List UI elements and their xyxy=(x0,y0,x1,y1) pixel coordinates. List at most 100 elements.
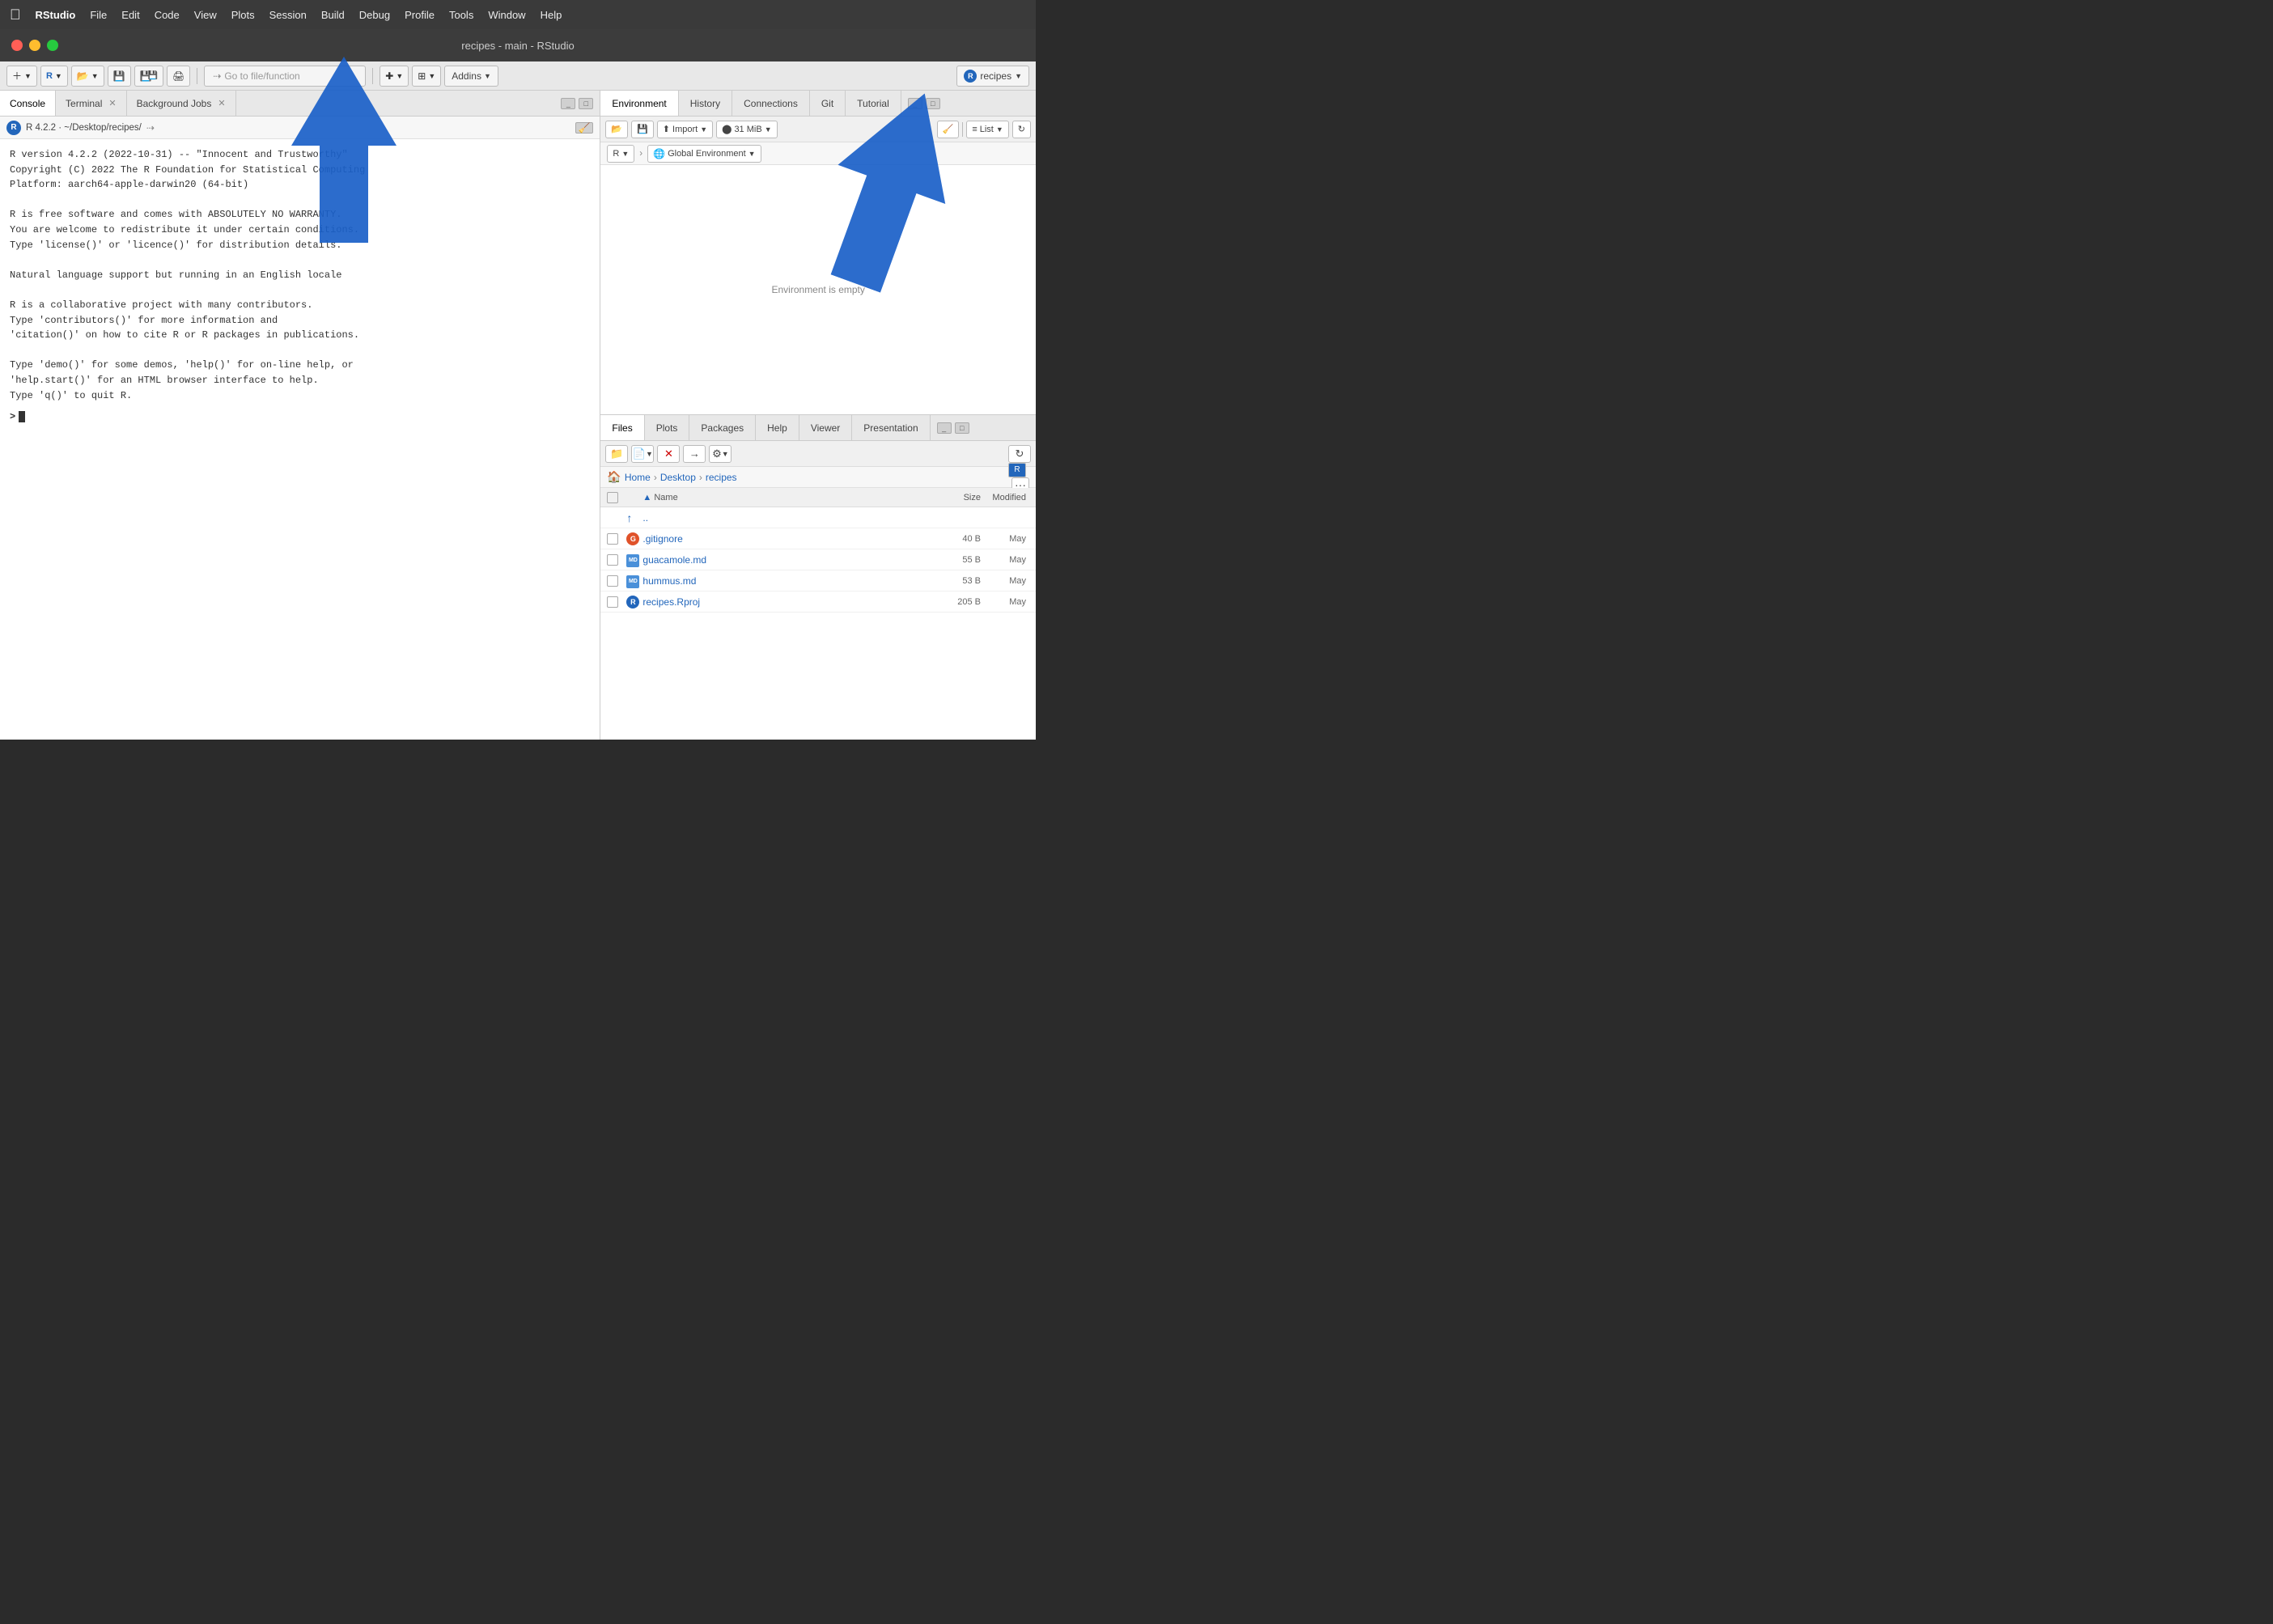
console-prompt[interactable]: > xyxy=(10,409,590,425)
goto-file-function[interactable]: ⇢ Go to file/function xyxy=(204,66,366,87)
menu-plots[interactable]: Plots xyxy=(231,9,255,21)
tab-files[interactable]: Files xyxy=(600,415,644,440)
tab-help[interactable]: Help xyxy=(756,415,799,440)
new-blank-file-button[interactable]: 📄 ▼ xyxy=(631,445,654,463)
guacamole-checkbox[interactable] xyxy=(607,554,618,566)
memory-usage-button[interactable]: ⬤ 31 MiB ▼ xyxy=(716,121,777,138)
more-files-button[interactable]: ⚙ ▼ xyxy=(709,445,732,463)
file-row-rproj[interactable]: R recipes.Rproj 205 B May xyxy=(600,592,1036,613)
size-header[interactable]: Size xyxy=(916,493,981,502)
breadcrumb-desktop[interactable]: Desktop xyxy=(660,472,696,483)
menu-session[interactable]: Session xyxy=(269,9,307,21)
menu-help[interactable]: Help xyxy=(541,9,562,21)
print-button[interactable]: 🖨 xyxy=(167,66,190,87)
menu-window[interactable]: Window xyxy=(488,9,525,21)
background-jobs-close[interactable]: ✕ xyxy=(218,98,225,108)
menu-code[interactable]: Code xyxy=(155,9,180,21)
refresh-files-button[interactable]: ↻ xyxy=(1008,445,1031,463)
rproj-checkbox[interactable] xyxy=(607,596,618,608)
hummus-checkbox[interactable] xyxy=(607,575,618,587)
tab-viewer[interactable]: Viewer xyxy=(799,415,852,440)
rproj-name[interactable]: recipes.Rproj xyxy=(642,596,916,608)
guacamole-name[interactable]: guacamole.md xyxy=(642,554,916,566)
r-environment-select[interactable]: R ▼ xyxy=(607,145,634,163)
open-file-button[interactable]: 📂 ▼ xyxy=(71,66,104,87)
minimize-window-button[interactable] xyxy=(29,40,40,51)
menu-file[interactable]: File xyxy=(90,9,107,21)
project-button[interactable]: R recipes ▼ xyxy=(956,66,1029,87)
fullscreen-window-button[interactable] xyxy=(47,40,58,51)
name-sort-icon: ▲ xyxy=(642,493,651,502)
guacamole-check[interactable] xyxy=(607,554,626,566)
maximize-right-top[interactable]: □ xyxy=(926,98,940,109)
new-folder-button[interactable]: 📁 xyxy=(605,445,628,463)
refresh-env-button[interactable]: ↻ xyxy=(1012,121,1031,138)
name-header[interactable]: ▲ Name xyxy=(642,493,916,502)
gitignore-check[interactable] xyxy=(607,533,626,545)
left-panel: Console Terminal ✕ Background Jobs ✕ _ □ xyxy=(0,91,600,740)
cursor xyxy=(19,411,25,422)
check-all-header[interactable] xyxy=(607,492,626,503)
maximize-right-bottom[interactable]: □ xyxy=(955,422,969,434)
git-file-icon: G xyxy=(626,532,639,545)
tab-git[interactable]: Git xyxy=(810,91,846,116)
tab-connections[interactable]: Connections xyxy=(732,91,810,116)
menu-edit[interactable]: Edit xyxy=(121,9,139,21)
terminal-close[interactable]: ✕ xyxy=(108,98,116,108)
tab-packages[interactable]: Packages xyxy=(689,415,756,440)
minimize-right-bottom[interactable]: _ xyxy=(937,422,952,434)
menu-build[interactable]: Build xyxy=(321,9,345,21)
tab-history[interactable]: History xyxy=(679,91,732,116)
global-env-select[interactable]: 🌐 Global Environment ▼ xyxy=(647,145,761,163)
menu-view[interactable]: View xyxy=(194,9,217,21)
broom-button[interactable]: 🧹 xyxy=(937,121,960,138)
hummus-name[interactable]: hummus.md xyxy=(642,575,916,587)
import-dataset-button[interactable]: ⬆ Import ▼ xyxy=(657,121,713,138)
breadcrumb-recipes[interactable]: recipes xyxy=(706,472,737,483)
r-project-icon: R xyxy=(964,70,977,83)
minimize-left-panel[interactable]: _ xyxy=(561,98,575,109)
new-chunk-button[interactable]: ✚ ▼ xyxy=(380,66,409,87)
tab-console[interactable]: Console xyxy=(0,91,56,116)
file-row-hummus[interactable]: MD hummus.md 53 B May xyxy=(600,570,1036,592)
clear-console-button[interactable]: 🧹 xyxy=(575,122,593,134)
files-rstudio-button[interactable]: R xyxy=(1008,463,1026,477)
tab-plots[interactable]: Plots xyxy=(645,415,690,440)
menu-debug[interactable]: Debug xyxy=(359,9,390,21)
file-row-gitignore[interactable]: G .gitignore 40 B May xyxy=(600,528,1036,549)
save-button[interactable]: 💾 xyxy=(108,66,131,87)
new-project-button[interactable]: R ▼ xyxy=(40,66,68,87)
gitignore-checkbox[interactable] xyxy=(607,533,618,545)
close-window-button[interactable] xyxy=(11,40,23,51)
delete-file-button[interactable]: ✕ xyxy=(657,445,680,463)
rproj-check[interactable] xyxy=(607,596,626,608)
code-tools-button[interactable]: ⊞ ▼ xyxy=(412,66,441,87)
rename-icon: → xyxy=(689,447,700,460)
modified-header[interactable]: Modified xyxy=(981,493,1029,502)
menu-tools[interactable]: Tools xyxy=(449,9,473,21)
tab-environment[interactable]: Environment xyxy=(600,91,678,116)
maximize-left-panel[interactable]: □ xyxy=(579,98,593,109)
breadcrumb-home[interactable]: Home xyxy=(625,472,651,483)
list-view-button[interactable]: ≡ List ▼ xyxy=(966,121,1008,138)
minimize-right-top[interactable]: _ xyxy=(908,98,922,109)
hummus-check[interactable] xyxy=(607,575,626,587)
load-workspace-button[interactable]: 📂 xyxy=(605,121,628,138)
new-file-button[interactable]: ＋ ▼ xyxy=(6,66,37,87)
tab-background-jobs[interactable]: Background Jobs ✕ xyxy=(127,91,236,116)
save-workspace-button[interactable]: 💾 xyxy=(631,121,654,138)
tab-tutorial[interactable]: Tutorial xyxy=(846,91,901,116)
up-name[interactable]: .. xyxy=(642,512,916,524)
path-navigate-icon[interactable]: ⇢ xyxy=(146,122,155,134)
gitignore-name[interactable]: .gitignore xyxy=(642,533,916,545)
newproj-dropdown: ▼ xyxy=(55,72,62,80)
menu-profile[interactable]: Profile xyxy=(405,9,435,21)
save-all-button[interactable]: 💾 💾 xyxy=(134,66,163,87)
addins-button[interactable]: Addins ▼ xyxy=(444,66,498,87)
tab-terminal[interactable]: Terminal ✕ xyxy=(56,91,127,116)
file-row-guacamole[interactable]: MD guacamole.md 55 B May xyxy=(600,549,1036,570)
file-row-up[interactable]: ↑ .. xyxy=(600,507,1036,528)
tab-presentation[interactable]: Presentation xyxy=(852,415,930,440)
gitignore-mod: May xyxy=(981,534,1029,544)
rename-file-button[interactable]: → xyxy=(683,445,706,463)
